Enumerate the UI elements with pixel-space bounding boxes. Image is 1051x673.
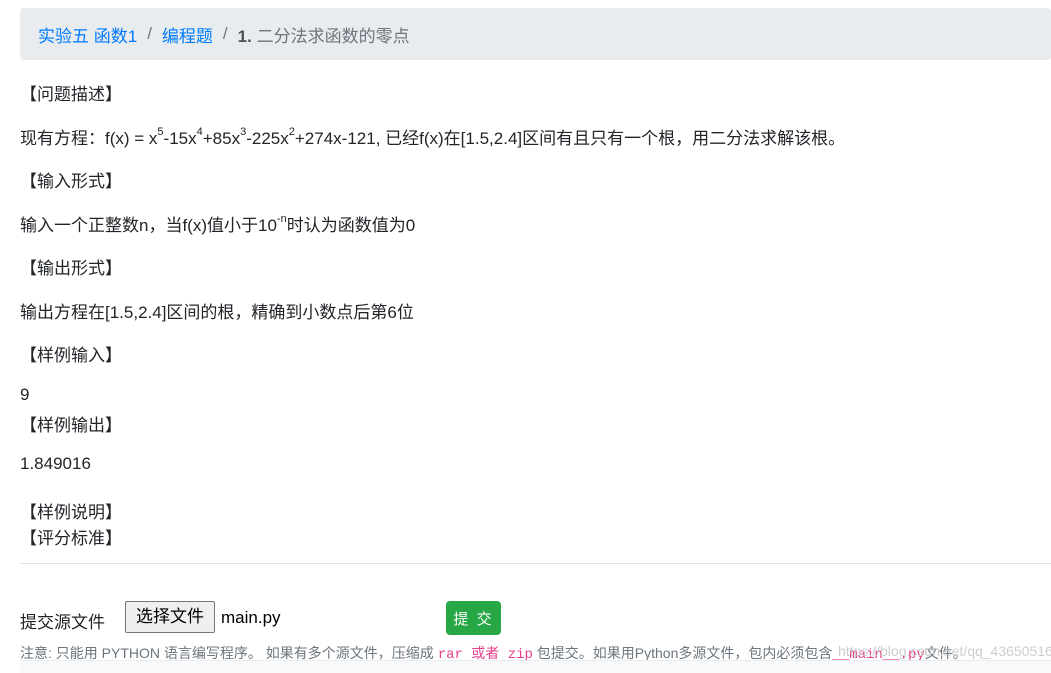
breadcrumb-current-number: 1. <box>237 26 252 46</box>
breadcrumb-separator: / <box>147 24 152 43</box>
sample-output-value: 1.849016 <box>20 454 91 473</box>
equation-exponent: 4 <box>196 126 203 139</box>
breadcrumb-link-lab[interactable]: 实验五 函数1 <box>38 22 137 47</box>
note-text: 注意: 只能用 PYTHON 语言编写程序。 如果有多个源文件，压缩成 <box>20 645 438 661</box>
equation-part: +85x <box>202 129 241 148</box>
breadcrumb-link-programming[interactable]: 编程题 <box>162 22 213 47</box>
note-text: 包提交。如果用Python多源文件，包内必须包含 <box>532 645 833 661</box>
description-heading: 【问题描述】 <box>20 85 122 104</box>
sample-output-heading: 【样例输出】 <box>20 416 122 435</box>
section-divider <box>20 563 1051 564</box>
breadcrumb-current-title: 二分法求函数的零点 <box>256 26 410 46</box>
equation-exponent: 5 <box>157 126 164 139</box>
equation-part: 现有方程：f(x) = x <box>20 129 158 148</box>
breadcrumb-current: 1. 二分法求函数的零点 <box>238 22 410 47</box>
input-heading: 【输入形式】 <box>20 172 122 191</box>
equation-part: +274x-121, 已经f(x)在[1.5,2.4]区间有且只有一个根，用二分… <box>294 129 846 148</box>
input-text-part: 输入一个正整数n，当f(x)值小于10 <box>20 216 277 235</box>
input-exponent: -n <box>276 213 287 226</box>
choose-file-button[interactable]: 选择文件 <box>125 601 215 633</box>
output-text: 输出方程在[1.5,2.4]区间的根，精确到小数点后第6位 <box>20 303 414 322</box>
upload-label: 提交源文件 <box>20 613 105 632</box>
description-text: 现有方程：f(x) = x5-15x4+85x3-225x2+274x-121,… <box>20 124 845 149</box>
selected-file-name: main.py <box>221 608 281 627</box>
output-heading: 【输出形式】 <box>20 259 122 278</box>
equation-exponent: 3 <box>240 126 247 139</box>
equation-part: -15x <box>163 129 197 148</box>
breadcrumb-separator: / <box>222 24 228 43</box>
input-text: 输入一个正整数n，当f(x)值小于10-n时认为函数值为0 <box>20 211 415 236</box>
sample-note-heading: 【样例说明】 <box>20 503 122 522</box>
grading-heading: 【评分标准】 <box>20 529 122 548</box>
watermark: https://blog.csdn.net/qq_43650516 <box>838 643 1051 659</box>
bottom-bar <box>20 660 1051 673</box>
breadcrumb: 实验五 函数1 / 编程题 / 1. 二分法求函数的零点 <box>20 8 1051 60</box>
sample-input-value: 9 <box>20 385 30 404</box>
submit-button[interactable]: 提 交 <box>446 601 501 635</box>
equation-part: -225x <box>246 129 289 148</box>
equation-exponent: 2 <box>288 126 295 139</box>
input-text-part: 时认为函数值为0 <box>286 216 416 235</box>
sample-input-heading: 【样例输入】 <box>20 346 122 365</box>
